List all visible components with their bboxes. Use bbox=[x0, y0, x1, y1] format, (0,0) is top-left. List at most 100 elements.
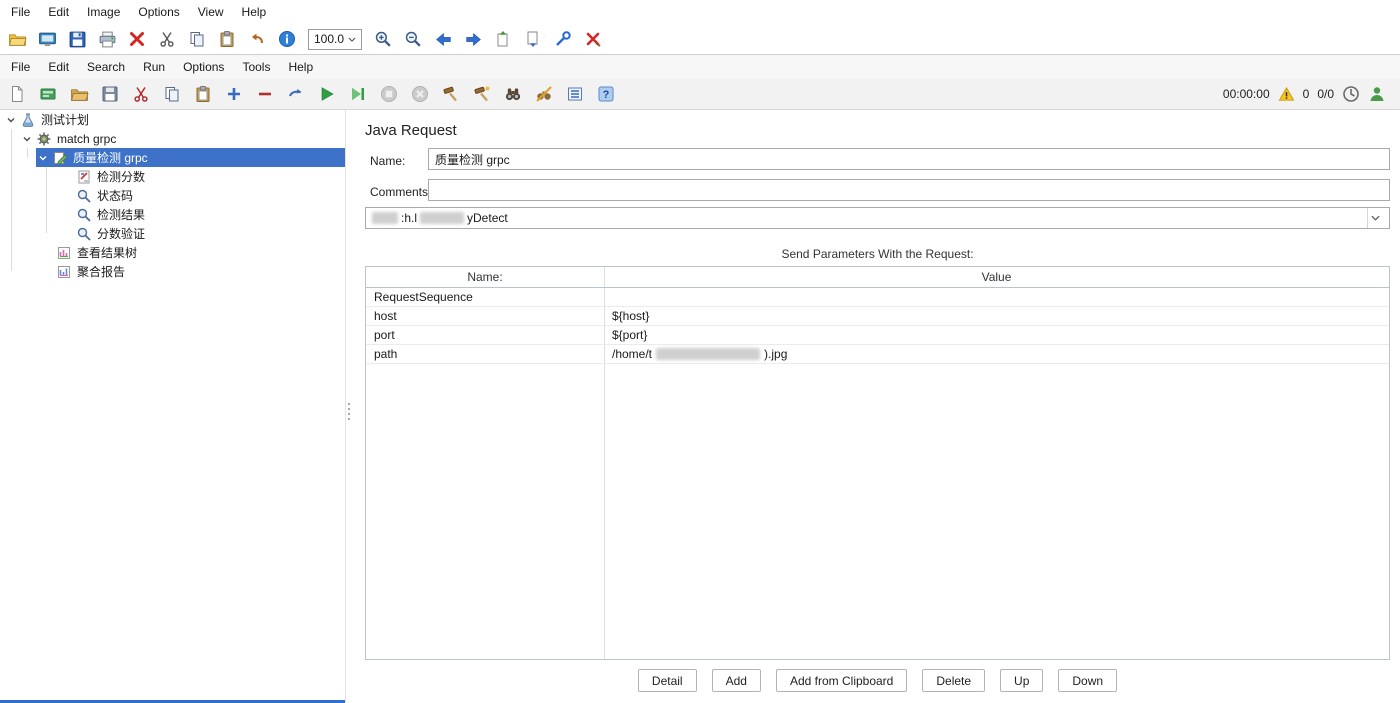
tree-item-label: 测试计划 bbox=[41, 113, 90, 127]
chevron-down-icon[interactable] bbox=[36, 151, 50, 165]
param-name-cell[interactable]: path bbox=[366, 345, 604, 363]
collapse-all-button[interactable] bbox=[252, 81, 278, 107]
gavel-icon bbox=[443, 86, 457, 102]
open-plan-button[interactable] bbox=[66, 81, 92, 107]
warning-icon[interactable] bbox=[1278, 86, 1295, 103]
close-file-button[interactable] bbox=[580, 26, 606, 52]
tree-item-view-results-tree[interactable]: 查看结果树 bbox=[0, 243, 345, 262]
copy-element-button[interactable] bbox=[159, 81, 185, 107]
param-value-cell[interactable] bbox=[604, 288, 1389, 306]
new-plan-button[interactable] bbox=[4, 81, 30, 107]
up-button[interactable]: Up bbox=[1000, 669, 1044, 692]
down-button[interactable]: Down bbox=[1058, 669, 1118, 692]
tree-item-test-plan[interactable]: 测试计划 bbox=[0, 110, 345, 129]
remote-start-button[interactable] bbox=[438, 81, 464, 107]
param-name-cell[interactable]: port bbox=[366, 326, 604, 344]
settings-button[interactable] bbox=[550, 26, 576, 52]
viewer-menu-view[interactable]: View bbox=[189, 2, 233, 22]
cut-button[interactable] bbox=[154, 26, 180, 52]
start-no-pauses-button[interactable] bbox=[345, 81, 371, 107]
delete-button[interactable] bbox=[124, 26, 150, 52]
jmeter-menu-search[interactable]: Search bbox=[78, 57, 134, 77]
chevron-down-icon[interactable] bbox=[1367, 208, 1383, 228]
detail-button[interactable]: Detail bbox=[637, 669, 697, 692]
remote-start-all-button[interactable] bbox=[469, 81, 495, 107]
first-image-button[interactable] bbox=[490, 26, 516, 52]
tree-item-score-validate[interactable]: 分数验证 bbox=[0, 224, 345, 243]
start-button[interactable] bbox=[314, 81, 340, 107]
search-reset-button[interactable] bbox=[531, 81, 557, 107]
viewer-menu-help[interactable]: Help bbox=[233, 2, 276, 22]
classname-select[interactable]: :h.l yDetect bbox=[365, 207, 1390, 229]
panel-splitter[interactable] bbox=[345, 110, 353, 703]
prev-image-button[interactable] bbox=[430, 26, 456, 52]
chevron-down-icon[interactable] bbox=[20, 132, 34, 146]
comments-input[interactable] bbox=[428, 179, 1390, 201]
param-value-cell[interactable]: ${port} bbox=[604, 326, 1389, 344]
param-value-cell[interactable]: ${host} bbox=[604, 307, 1389, 325]
column-header-value[interactable]: Value bbox=[604, 267, 1389, 287]
table-row[interactable]: port ${port} bbox=[366, 326, 1389, 345]
expand-all-button[interactable] bbox=[221, 81, 247, 107]
tree-item-java-request[interactable]: 质量检测 grpc bbox=[0, 148, 345, 167]
name-input[interactable] bbox=[428, 148, 1390, 170]
tree-item-check-result[interactable]: 检测结果 bbox=[0, 205, 345, 224]
jmeter-menu-options[interactable]: Options bbox=[174, 57, 233, 77]
jmeter-menu-tools[interactable]: Tools bbox=[233, 57, 279, 77]
tree-item-aggregate-report[interactable]: 聚合报告 bbox=[0, 262, 345, 281]
viewer-menu-image[interactable]: Image bbox=[78, 2, 129, 22]
last-image-button[interactable] bbox=[520, 26, 546, 52]
status-circle-icon[interactable] bbox=[1342, 85, 1360, 103]
add-button[interactable]: Add bbox=[711, 669, 761, 692]
param-name-cell[interactable]: host bbox=[366, 307, 604, 325]
magnifier-plus-icon bbox=[375, 31, 391, 47]
add-from-clipboard-button[interactable]: Add from Clipboard bbox=[775, 669, 908, 692]
table-row[interactable]: path /home/t ).jpg bbox=[366, 345, 1389, 364]
print-button[interactable] bbox=[94, 26, 120, 52]
toggle-element-button[interactable] bbox=[283, 81, 309, 107]
zoom-out-button[interactable] bbox=[400, 26, 426, 52]
viewer-menu-edit[interactable]: Edit bbox=[39, 2, 78, 22]
path-value-start: /home/t bbox=[612, 347, 653, 361]
tree-item-label: match grpc bbox=[57, 131, 117, 146]
column-header-name[interactable]: Name: bbox=[366, 267, 604, 287]
jmeter-menu-file[interactable]: File bbox=[2, 57, 39, 77]
open-button[interactable] bbox=[4, 26, 30, 52]
help-button[interactable]: ? bbox=[593, 81, 619, 107]
save-plan-button[interactable] bbox=[97, 81, 123, 107]
param-name-cell[interactable]: RequestSequence bbox=[366, 288, 604, 306]
display-button[interactable] bbox=[34, 26, 60, 52]
toggle-views-button[interactable] bbox=[562, 81, 588, 107]
tree-item-match-grpc[interactable]: match grpc bbox=[0, 129, 345, 148]
jmeter-menu-help[interactable]: Help bbox=[279, 57, 322, 77]
cut-element-button[interactable] bbox=[128, 81, 154, 107]
shutdown-button[interactable] bbox=[407, 81, 433, 107]
table-row[interactable]: RequestSequence bbox=[366, 288, 1389, 307]
viewer-menu-options[interactable]: Options bbox=[129, 2, 188, 22]
delete-button[interactable]: Delete bbox=[922, 669, 986, 692]
jmeter-menu-edit[interactable]: Edit bbox=[39, 57, 78, 77]
paste-button[interactable] bbox=[214, 26, 240, 52]
zoom-level-select[interactable]: 100.0 bbox=[308, 28, 363, 50]
tree-item-score-check[interactable]: 检测分数 bbox=[0, 167, 345, 186]
templates-button[interactable] bbox=[35, 81, 61, 107]
zoom-in-button[interactable] bbox=[370, 26, 396, 52]
info-button[interactable] bbox=[274, 26, 300, 52]
search-button[interactable] bbox=[500, 81, 526, 107]
page-title: Java Request bbox=[365, 122, 457, 139]
stop-button[interactable] bbox=[376, 81, 402, 107]
paste-element-button[interactable] bbox=[190, 81, 216, 107]
clipboard-icon bbox=[196, 86, 210, 102]
table-row[interactable]: host ${host} bbox=[366, 307, 1389, 326]
tree-item-status-code[interactable]: 状态码 bbox=[0, 186, 345, 205]
jmeter-menu-run[interactable]: Run bbox=[134, 57, 174, 77]
copy-button[interactable] bbox=[184, 26, 210, 52]
user-icon[interactable] bbox=[1368, 85, 1386, 103]
save-button[interactable] bbox=[64, 26, 90, 52]
viewer-menu-file[interactable]: File bbox=[2, 2, 39, 22]
param-value-cell[interactable]: /home/t ).jpg bbox=[604, 345, 1389, 363]
undo-button[interactable] bbox=[244, 26, 270, 52]
shutdown-icon bbox=[412, 86, 428, 102]
next-image-button[interactable] bbox=[460, 26, 486, 52]
chevron-down-icon[interactable] bbox=[4, 113, 18, 127]
